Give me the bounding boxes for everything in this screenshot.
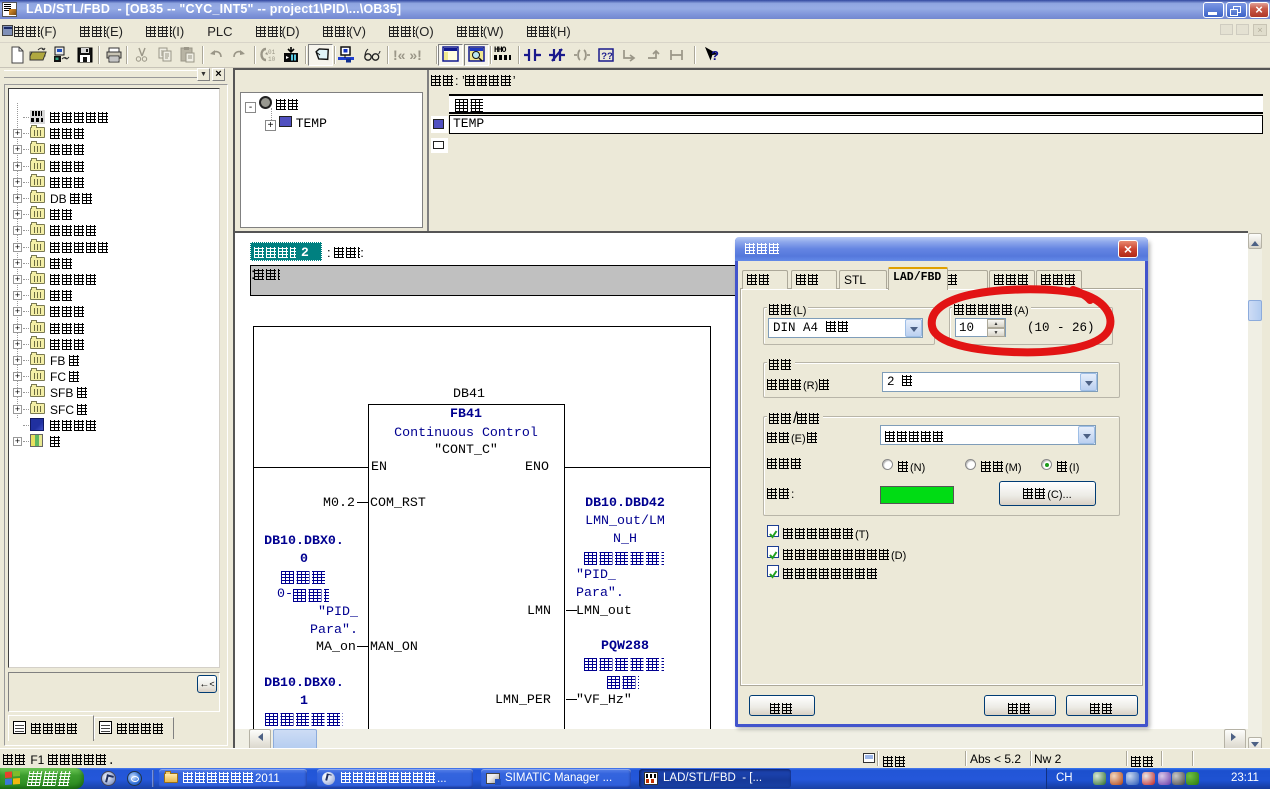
svg-text:01: 01 xyxy=(268,49,276,56)
svg-text:??: ?? xyxy=(601,51,613,62)
svg-text:10: 10 xyxy=(268,56,276,63)
svg-text:?: ? xyxy=(711,48,719,63)
